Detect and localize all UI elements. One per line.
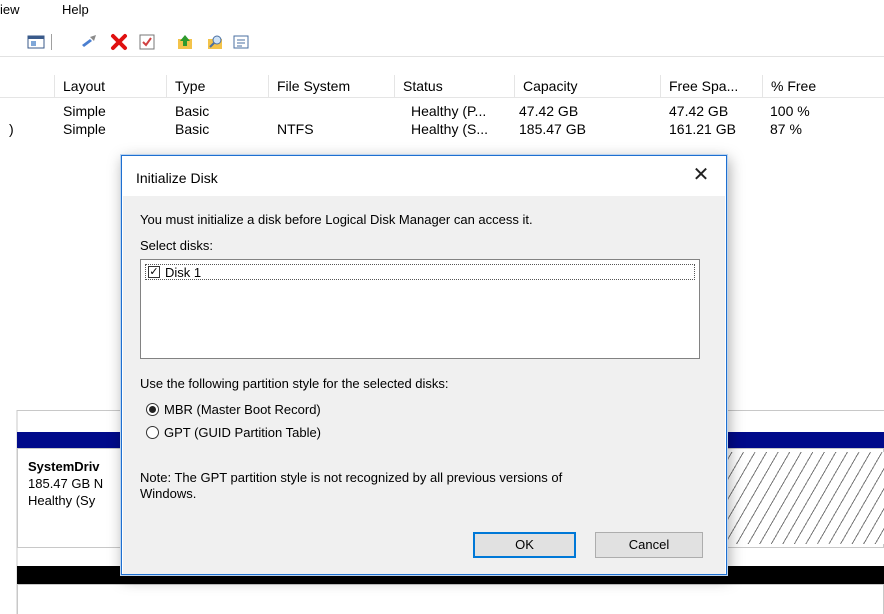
column-type[interactable]: Type xyxy=(166,75,268,97)
column-layout[interactable]: Layout xyxy=(54,75,166,97)
cancel-button[interactable]: Cancel xyxy=(595,532,703,558)
search-folder-icon[interactable] xyxy=(206,33,224,51)
column-free-space[interactable]: Free Spa... xyxy=(660,75,762,97)
gpt-note-line1: Note: The GPT partition style is not rec… xyxy=(140,470,563,485)
dialog-title: Initialize Disk xyxy=(136,170,218,186)
volume-free-space: 47.42 GB xyxy=(669,103,729,119)
mbr-radio[interactable] xyxy=(146,403,159,416)
column-file-system[interactable]: File System xyxy=(268,75,394,97)
console-view-icon[interactable] xyxy=(27,33,45,51)
disk-checkbox[interactable]: ✓ xyxy=(148,266,160,278)
volume-type: Basic xyxy=(175,121,210,137)
menu-help[interactable]: Help xyxy=(62,2,89,17)
disk-list-item[interactable]: ✓ Disk 1 xyxy=(145,264,695,280)
dialog-intro-text: You must initialize a disk before Logica… xyxy=(140,212,533,227)
close-icon[interactable]: ✕ xyxy=(686,162,716,188)
volume-status: Healthy (P... xyxy=(411,103,487,119)
volume-status: Healthy (S... xyxy=(411,121,489,137)
volume-block-size: 185.47 GB N xyxy=(28,476,104,491)
column-status[interactable]: Status xyxy=(394,75,514,97)
volume-capacity: 185.47 GB xyxy=(519,121,586,137)
volume-layout: Simple xyxy=(63,121,106,137)
disk-label: Disk 1 xyxy=(165,265,202,280)
dialog-body: You must initialize a disk before Logica… xyxy=(123,196,725,574)
volume-layout: Simple xyxy=(63,103,106,119)
up-arrow-icon[interactable] xyxy=(176,33,194,51)
disk-list[interactable]: ✓ Disk 1 xyxy=(140,259,700,359)
gpt-radio[interactable] xyxy=(146,426,159,439)
gpt-note-line2: Windows. xyxy=(140,486,197,501)
volume-type: Basic xyxy=(175,103,210,119)
table-row[interactable]: Simple Basic Healthy (P... 47.42 GB 47.4… xyxy=(0,102,884,120)
connect-icon[interactable] xyxy=(80,33,98,51)
column-percent-free[interactable]: % Free xyxy=(762,75,884,97)
menu-view[interactable]: iew xyxy=(0,2,20,17)
toolbar xyxy=(0,28,884,57)
menu-bar: iew Help xyxy=(0,0,884,22)
gpt-radio-label[interactable]: GPT (GUID Partition Table) xyxy=(164,425,321,440)
volume-capacity: 47.42 GB xyxy=(519,103,579,119)
column-capacity[interactable]: Capacity xyxy=(514,75,660,97)
ok-button[interactable]: OK xyxy=(473,532,576,558)
volume-list-header: Layout Type File System Status Capacity … xyxy=(0,75,884,98)
disk-block[interactable] xyxy=(17,584,884,614)
delete-icon[interactable] xyxy=(110,33,128,51)
select-disks-label: Select disks: xyxy=(140,238,213,253)
properties-icon[interactable] xyxy=(232,33,250,51)
volume-percent-free: 100 % xyxy=(770,103,810,119)
unallocated-hatch[interactable] xyxy=(720,452,884,544)
volume-percent-free: 87 % xyxy=(770,121,802,137)
mbr-radio-label[interactable]: MBR (Master Boot Record) xyxy=(164,402,321,417)
initialize-disk-dialog: Initialize Disk ✕ You must initialize a … xyxy=(121,155,727,575)
volume-block-status: Healthy (Sy xyxy=(28,493,96,508)
volume-name: ) xyxy=(9,121,14,137)
partition-style-label: Use the following partition style for th… xyxy=(140,376,449,391)
volume-free-space: 161.21 GB xyxy=(669,121,736,137)
volume-file-system: NTFS xyxy=(277,121,314,137)
checklist-icon[interactable] xyxy=(138,33,156,51)
toolbar-separator xyxy=(51,34,52,50)
table-row[interactable]: ) Simple Basic NTFS Healthy (S... 185.47… xyxy=(0,120,884,138)
volume-block-name: SystemDriv xyxy=(28,459,100,474)
